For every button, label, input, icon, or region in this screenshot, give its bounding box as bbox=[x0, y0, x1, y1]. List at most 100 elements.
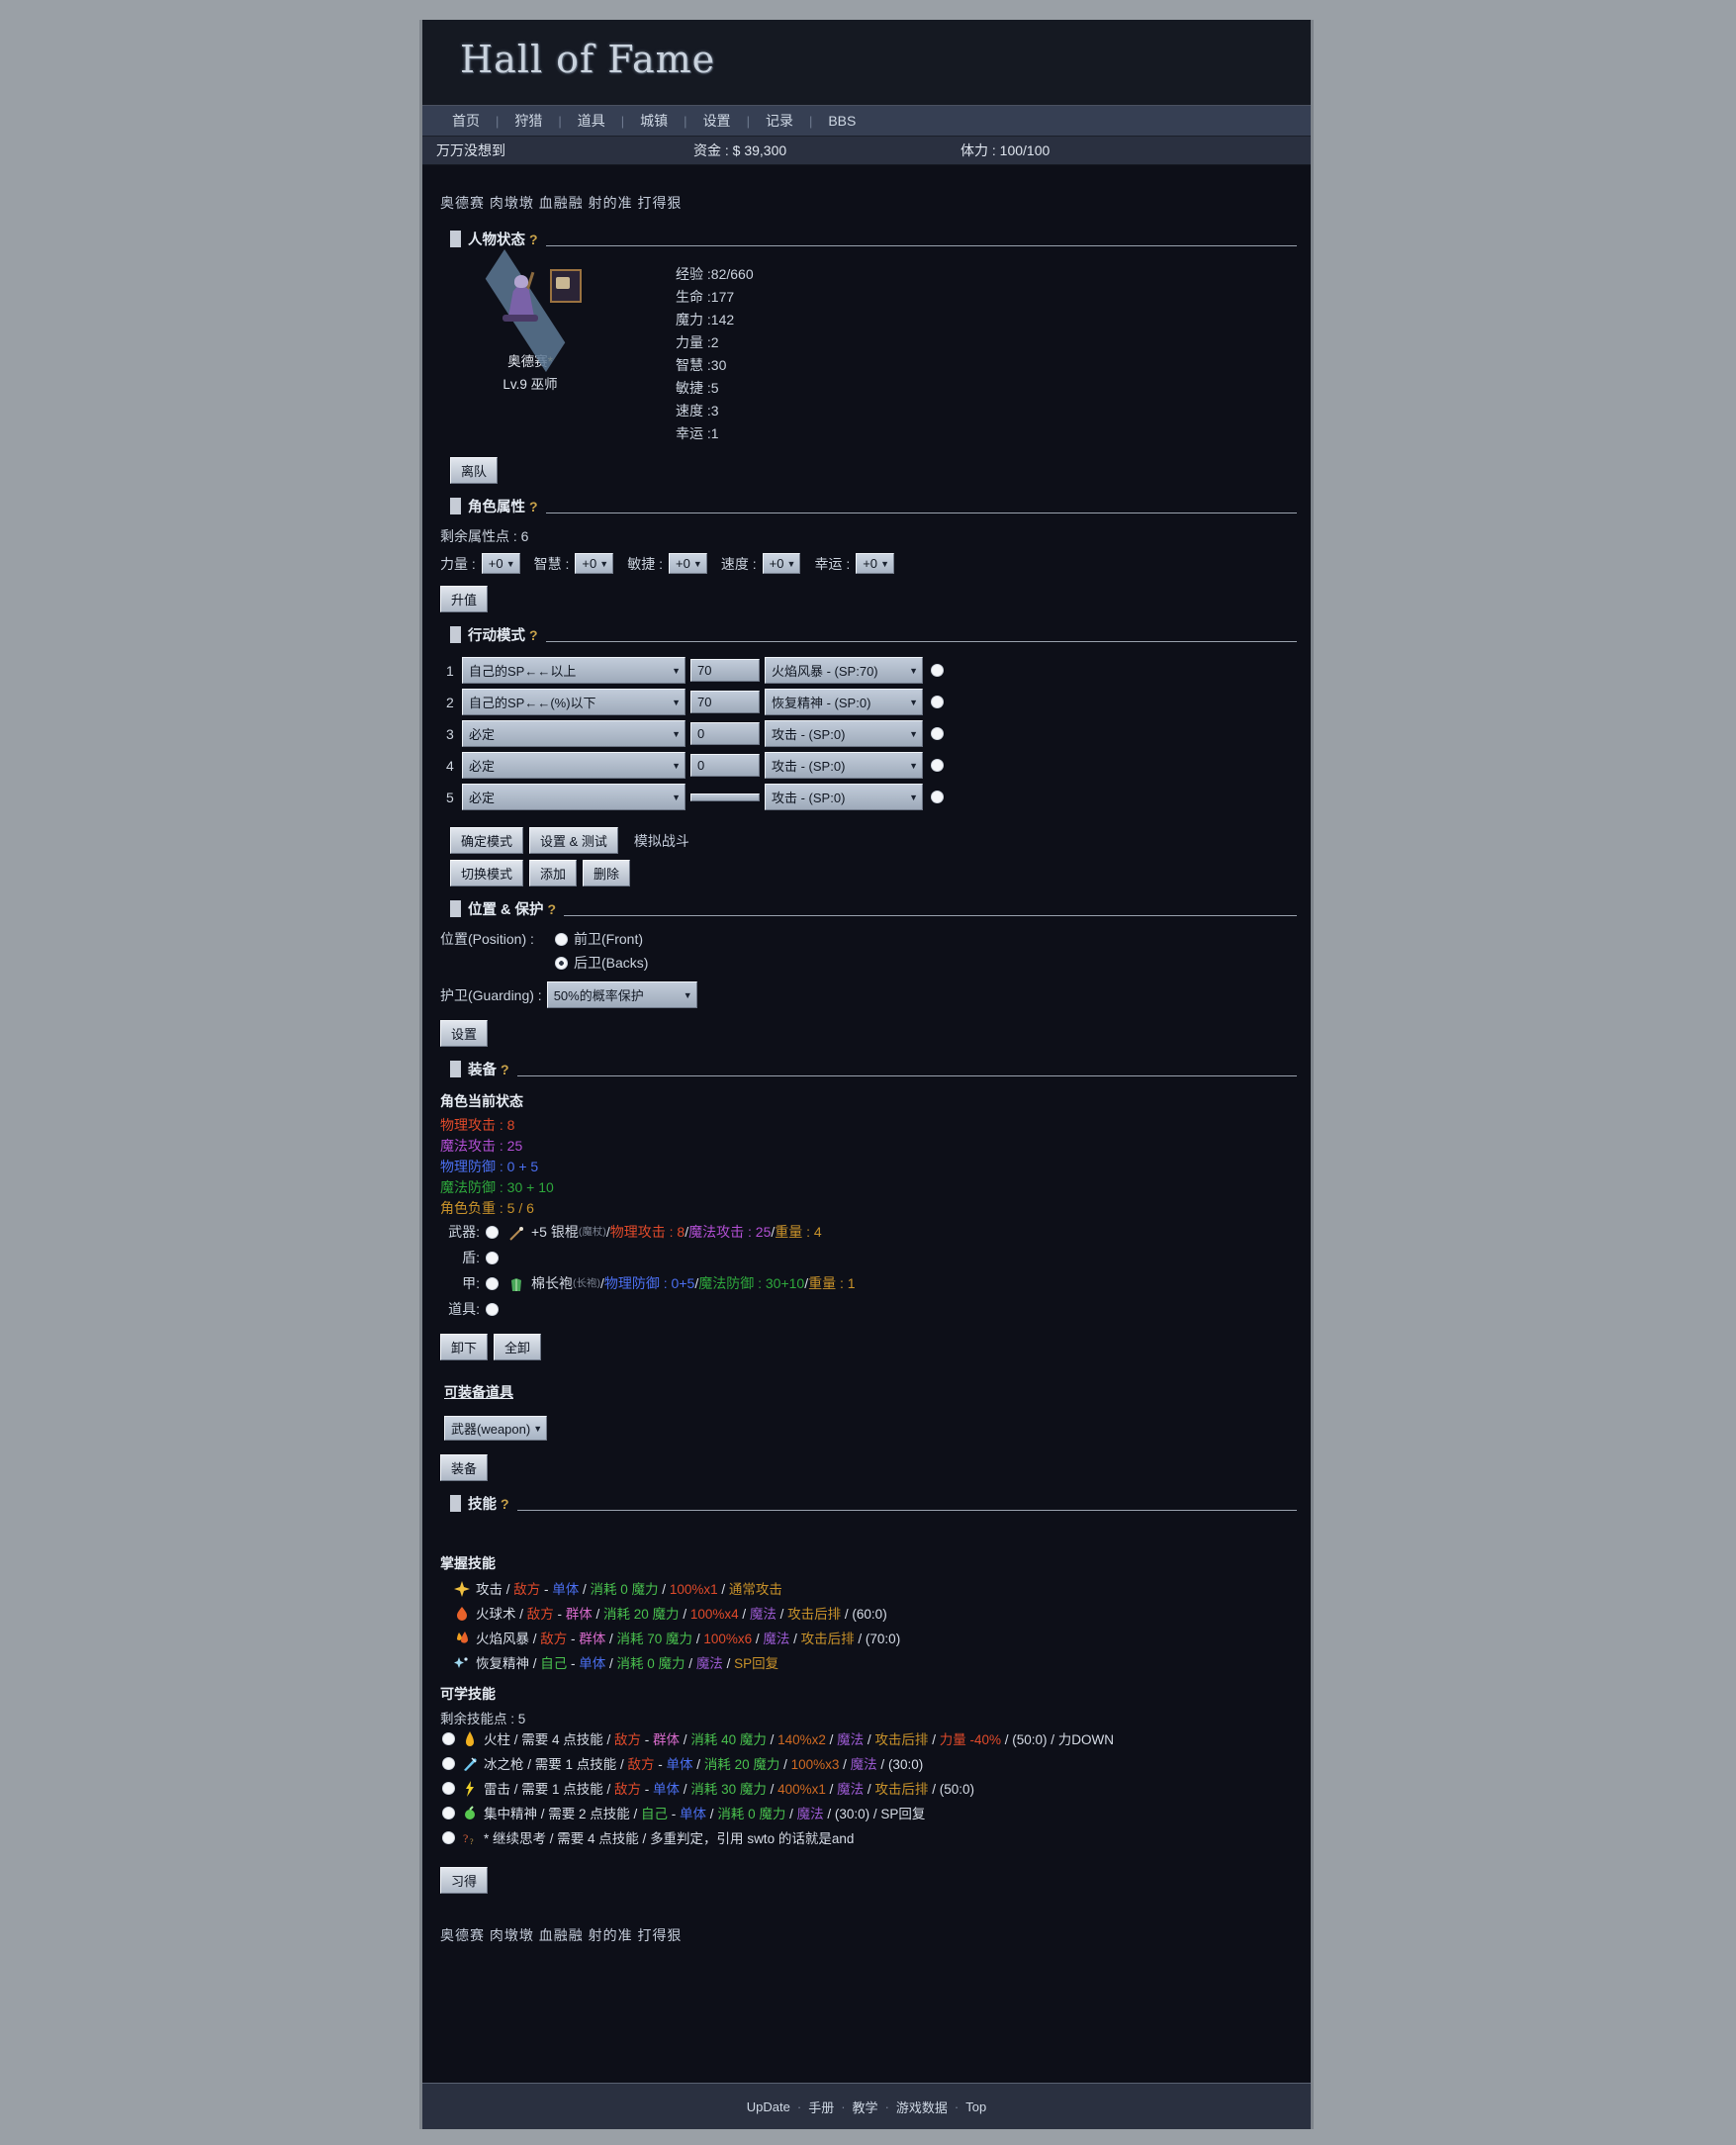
section-header-equipment: 装备 ? bbox=[436, 1059, 1297, 1079]
action-mode-radio[interactable] bbox=[931, 791, 944, 803]
attribute-label-2: 敏捷 : bbox=[627, 554, 663, 574]
action-mode-value-input[interactable]: 0 bbox=[690, 754, 760, 777]
attribute-select-1[interactable]: +0▼ bbox=[575, 553, 613, 574]
nav-item-4[interactable]: 设置 bbox=[687, 111, 747, 131]
separator: / bbox=[718, 1582, 729, 1597]
nav-item-1[interactable]: 狩猎 bbox=[499, 111, 558, 131]
skill-target-scope: 单体 bbox=[667, 1757, 693, 1772]
position-radio[interactable] bbox=[555, 933, 568, 946]
nav-item-5[interactable]: 记录 bbox=[750, 111, 809, 131]
learn-skill-radio[interactable] bbox=[442, 1831, 455, 1844]
equipment-slot-radio[interactable] bbox=[486, 1277, 499, 1290]
help-icon-char-attr[interactable]: ? bbox=[529, 499, 538, 514]
equipment-slot-radio[interactable] bbox=[486, 1226, 499, 1239]
action-mode-condition-select[interactable]: 必定▼ bbox=[462, 752, 685, 779]
learn-skill-radio[interactable] bbox=[442, 1757, 455, 1770]
action-mode-condition-select[interactable]: 必定▼ bbox=[462, 784, 685, 810]
nav-item-2[interactable]: 道具 bbox=[562, 111, 621, 131]
skill-name: 集中精神 bbox=[484, 1807, 537, 1821]
leave-party-button[interactable]: 离队 bbox=[450, 457, 498, 484]
party-member-links-top[interactable]: 奥德赛 肉墩墩 血融融 射的准 打得狠 bbox=[436, 165, 1297, 223]
action-mode-button2-0[interactable]: 切换模式 bbox=[450, 860, 523, 886]
attribute-select-0[interactable]: +0▼ bbox=[482, 553, 520, 574]
action-mode-skill-select[interactable]: 恢复精神 - (SP:0)▼ bbox=[765, 689, 923, 715]
learn-skill-radio[interactable] bbox=[442, 1807, 455, 1819]
footer-link-3[interactable]: 游戏数据 bbox=[889, 2098, 955, 2116]
status-label: 角色负重 : bbox=[440, 1200, 507, 1216]
equipment-slot-radio[interactable] bbox=[486, 1252, 499, 1264]
equipment-item-name[interactable]: 棉长袍 bbox=[531, 1270, 573, 1296]
action-mode-condition-select[interactable]: 必定▼ bbox=[462, 720, 685, 747]
action-mode-button2-2[interactable]: 删除 bbox=[583, 860, 630, 886]
attribute-select-value: +0 bbox=[489, 556, 503, 571]
main-nav[interactable]: 首页|狩猎|道具|城镇|设置|记录|BBS bbox=[422, 106, 1311, 137]
separator: / bbox=[537, 1807, 548, 1821]
attribute-select-3[interactable]: +0▼ bbox=[763, 553, 801, 574]
action-mode-radio[interactable] bbox=[931, 727, 944, 740]
attribute-select-4[interactable]: +0▼ bbox=[856, 553, 894, 574]
equipment-slot-radio[interactable] bbox=[486, 1303, 499, 1316]
help-icon-equipment[interactable]: ? bbox=[501, 1062, 509, 1077]
equipment-item-name[interactable]: +5 银棍 bbox=[531, 1219, 579, 1245]
action-mode-button-0[interactable]: 确定模式 bbox=[450, 827, 523, 854]
action-mode-condition-select[interactable]: 自己的SP←←以上▼ bbox=[462, 657, 685, 684]
action-mode-radio[interactable] bbox=[931, 759, 944, 772]
chevron-down-icon: ▼ bbox=[533, 1424, 542, 1434]
learned-skills-title: 掌握技能 bbox=[436, 1539, 1297, 1577]
separator: / bbox=[510, 1732, 521, 1747]
leave-party-row: 离队 bbox=[436, 445, 1297, 490]
action-mode-value-input[interactable]: 70 bbox=[690, 691, 760, 713]
position-option-0[interactable]: 前卫(Front) bbox=[555, 929, 648, 949]
equippable-category-select[interactable]: 武器(weapon) ▼ bbox=[444, 1416, 547, 1441]
action-mode-table: 1自己的SP←←以上▼70火焰风暴 - (SP:70)▼2自己的SP←←(%)以… bbox=[436, 645, 1297, 810]
action-mode-value-input[interactable]: 0 bbox=[690, 722, 760, 745]
position-radio[interactable] bbox=[555, 957, 568, 970]
action-mode-button-1[interactable]: 设置 & 测试 bbox=[529, 827, 618, 854]
nav-item-3[interactable]: 城镇 bbox=[624, 111, 684, 131]
nav-item-6[interactable]: BBS bbox=[812, 113, 871, 129]
nav-item-0[interactable]: 首页 bbox=[436, 111, 496, 131]
action-mode-radio[interactable] bbox=[931, 696, 944, 708]
section-header-char-attr: 角色属性 ? bbox=[436, 496, 1297, 516]
footer-link-4[interactable]: Top bbox=[959, 2099, 993, 2114]
party-member-links-bottom[interactable]: 奥德赛 肉墩墩 血融融 射的准 打得狠 bbox=[436, 1900, 1297, 1945]
separator: - bbox=[567, 1632, 579, 1646]
equip-button[interactable]: 装备 bbox=[440, 1454, 488, 1481]
action-mode-button2-1[interactable]: 添加 bbox=[529, 860, 577, 886]
status-value: 0 + 5 bbox=[507, 1159, 539, 1174]
learn-skill-radio[interactable] bbox=[442, 1732, 455, 1745]
separator: / bbox=[855, 1632, 866, 1646]
action-mode-skill-select[interactable]: 攻击 - (SP:0)▼ bbox=[765, 752, 923, 779]
guarding-select[interactable]: 50%的概率保护 ▼ bbox=[547, 981, 697, 1008]
simulate-battle-link[interactable]: 模拟战斗 bbox=[634, 833, 689, 849]
skill-target-side: 敌方 bbox=[527, 1607, 554, 1622]
action-mode-value-input[interactable]: 70 bbox=[690, 659, 760, 682]
position-option-1[interactable]: 后卫(Backs) bbox=[555, 953, 648, 973]
footer-link-1[interactable]: 手册 bbox=[801, 2098, 841, 2116]
learn-skill-button[interactable]: 习得 bbox=[440, 1867, 488, 1894]
help-icon-position[interactable]: ? bbox=[548, 901, 557, 917]
help-icon-action-mode[interactable]: ? bbox=[529, 627, 538, 643]
action-mode-radio[interactable] bbox=[931, 664, 944, 677]
footer-link-0[interactable]: UpDate bbox=[740, 2099, 797, 2114]
set-position-button[interactable]: 设置 bbox=[440, 1020, 488, 1047]
chevron-down-icon: ▼ bbox=[880, 559, 889, 569]
learn-skill-radio[interactable] bbox=[442, 1782, 455, 1795]
skill-power: 140%x2 bbox=[777, 1732, 826, 1747]
footer-link-2[interactable]: 教学 bbox=[846, 2098, 885, 2116]
help-icon-skills[interactable]: ? bbox=[501, 1496, 509, 1512]
action-mode-skill-select[interactable]: 攻击 - (SP:0)▼ bbox=[765, 720, 923, 747]
guarding-row: 护卫(Guarding) : 50%的概率保护 ▼ bbox=[440, 981, 1297, 1008]
help-icon-char-status[interactable]: ? bbox=[529, 232, 538, 247]
action-mode-condition-select[interactable]: 自己的SP←←(%)以下▼ bbox=[462, 689, 685, 715]
action-mode-skill-select[interactable]: 火焰风暴 - (SP:70)▼ bbox=[765, 657, 923, 684]
section-title-char-status: 人物状态 bbox=[468, 229, 525, 249]
equipment-button-0[interactable]: 卸下 bbox=[440, 1334, 488, 1360]
attribute-select-2[interactable]: +0▼ bbox=[669, 553, 707, 574]
equipment-button-1[interactable]: 全卸 bbox=[494, 1334, 541, 1360]
action-mode-skill-select[interactable]: 攻击 - (SP:0)▼ bbox=[765, 784, 923, 810]
action-mode-value-input[interactable] bbox=[690, 793, 760, 801]
chevron-down-icon: ▼ bbox=[909, 698, 918, 707]
upgrade-attribute-button[interactable]: 升值 bbox=[440, 586, 488, 612]
action-mode-row: 1自己的SP←←以上▼70火焰风暴 - (SP:70)▼ bbox=[446, 657, 1297, 684]
